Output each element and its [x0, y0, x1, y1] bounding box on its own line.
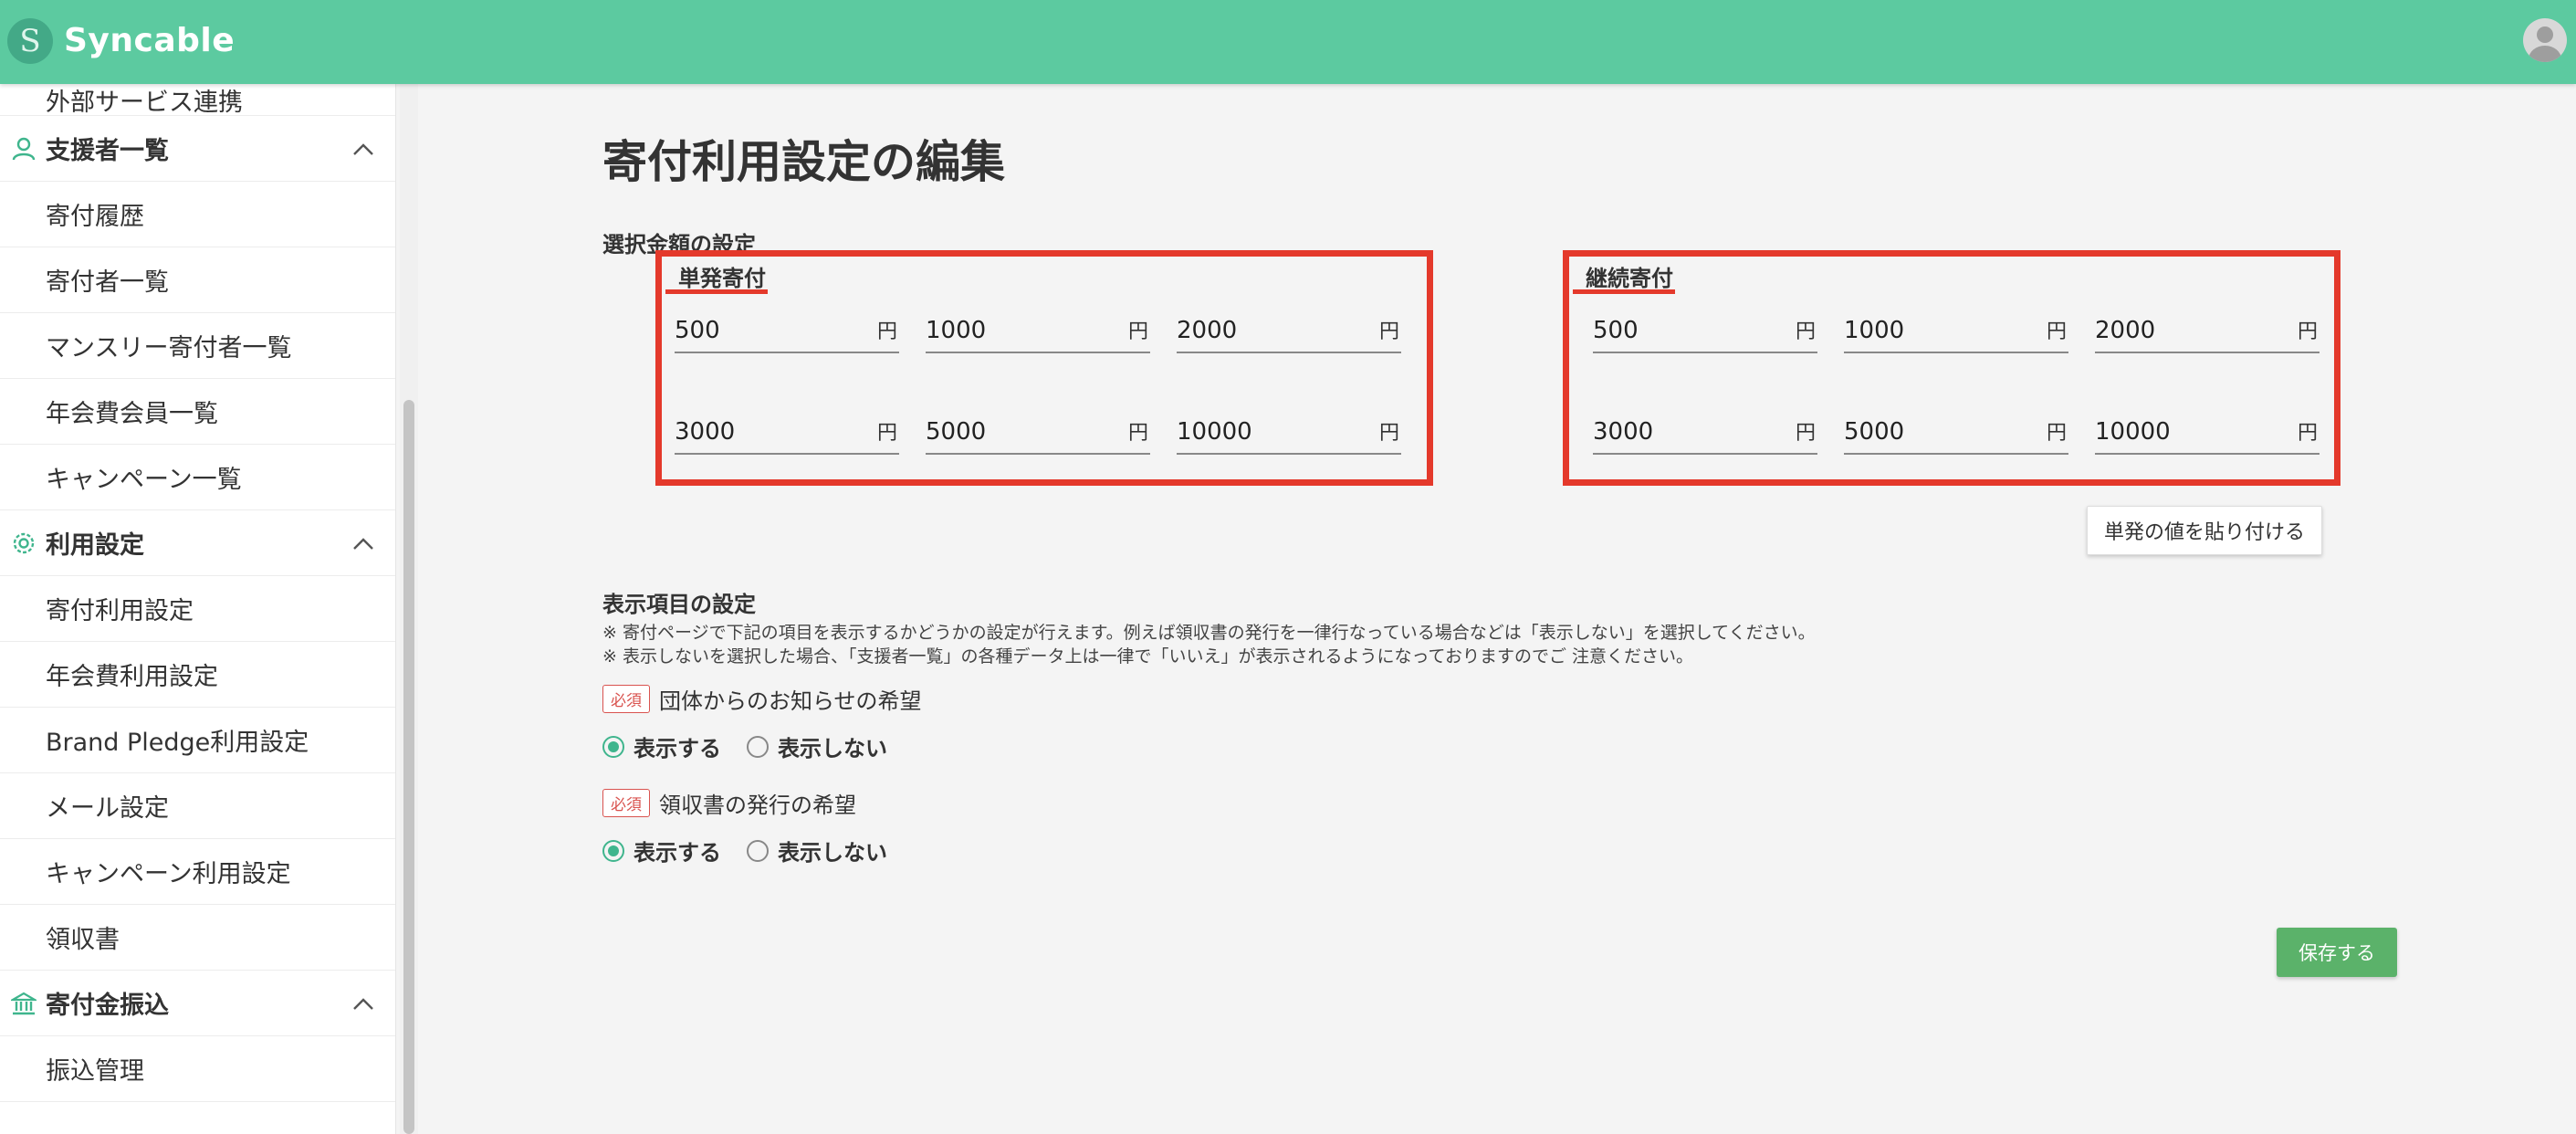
radio-newsletter-show[interactable]: [602, 735, 624, 758]
radio-group-receipt: 表示する 表示しない: [602, 835, 913, 866]
top-bar: S Syncable: [0, 0, 2576, 84]
radio-label-hide[interactable]: 表示しない: [778, 730, 887, 762]
monthly-amount-field-1[interactable]: 500 円: [1593, 313, 1817, 353]
sidebar-item-campaign-settings[interactable]: キャンペーン利用設定: [0, 839, 395, 905]
gear-icon: [9, 529, 38, 558]
syncable-logo-icon[interactable]: S: [7, 18, 53, 64]
radio-label-show[interactable]: 表示する: [634, 730, 721, 762]
monthly-amount-field-4[interactable]: 3000 円: [1593, 415, 1817, 455]
paste-single-values-button[interactable]: 単発の値を貼り付ける: [2087, 506, 2322, 555]
monthly-amount-field-2[interactable]: 1000 円: [1844, 313, 2068, 353]
monthly-donation-title: 継続寄付: [1586, 266, 1673, 291]
sidebar-item-receipts[interactable]: 領収書: [0, 905, 395, 971]
monthly-amount-field-3[interactable]: 2000 円: [2095, 313, 2319, 353]
sidebar: 外部サービス連携 支援者一覧 寄付履歴 寄付者一覧 マンスリー寄付者一覧 年会費…: [0, 84, 396, 1134]
single-amount-field-1[interactable]: 500 円: [675, 313, 899, 353]
sidebar-section-transfers[interactable]: 寄付金振込: [0, 971, 395, 1036]
save-button[interactable]: 保存する: [2277, 928, 2397, 977]
radio-label-hide[interactable]: 表示しない: [778, 835, 887, 866]
user-avatar-icon[interactable]: [2523, 18, 2567, 62]
page-title: 寄付利用設定の編集: [602, 136, 1006, 188]
single-donation-panel: 単発寄付 500 円 1000 円 2000 円 3000 円 5000 円 10000 円: [655, 250, 1433, 486]
chevron-up-icon[interactable]: [351, 138, 375, 162]
field-row-receipt: 必須 領収書の発行の希望: [602, 787, 856, 819]
sidebar-item-mail-settings[interactable]: メール設定: [0, 773, 395, 839]
sidebar-item-donors[interactable]: 寄付者一覧: [0, 247, 395, 313]
sidebar-item-campaigns[interactable]: キャンペーン一覧: [0, 445, 395, 510]
chevron-up-icon[interactable]: [351, 992, 375, 1016]
field-row-newsletter: 必須 団体からのお知らせの希望: [602, 683, 922, 715]
display-section-label: 表示項目の設定: [602, 592, 756, 617]
single-amount-field-4[interactable]: 3000 円: [675, 415, 899, 455]
app-name[interactable]: Syncable: [64, 18, 235, 64]
sidebar-section-label: 利用設定: [46, 531, 144, 560]
sidebar-item-monthly-donors[interactable]: マンスリー寄付者一覧: [0, 313, 395, 379]
field-label-newsletter: 団体からのお知らせの希望: [659, 688, 922, 714]
main-content: 寄付利用設定の編集 選択金額の設定 単発寄付 500 円 1000 円 2000 円 …: [418, 84, 2576, 1134]
display-note-1: ※ 寄付ページで下記の項目を表示するかどうかの設定が行えます。例えば領収書の発行…: [602, 623, 1816, 643]
radio-newsletter-hide[interactable]: [747, 735, 769, 758]
radio-receipt-show[interactable]: [602, 839, 624, 862]
field-label-receipt: 領収書の発行の希望: [659, 793, 856, 818]
monthly-donation-panel: 継続寄付 500 円 1000 円 2000 円 3000 円 5000 円 10000 円: [1563, 250, 2340, 486]
required-badge: 必須: [602, 789, 650, 817]
sidebar-item-brand-pledge-settings[interactable]: Brand Pledge利用設定: [0, 708, 395, 773]
sidebar-section-settings[interactable]: 利用設定: [0, 510, 395, 576]
person-icon: [9, 134, 38, 163]
sidebar-item-annual-members[interactable]: 年会費会員一覧: [0, 379, 395, 445]
sidebar-item-donation-settings[interactable]: 寄付利用設定: [0, 576, 395, 642]
single-donation-title: 単発寄付: [678, 266, 766, 291]
single-amount-field-6[interactable]: 10000 円: [1177, 415, 1401, 455]
single-amount-field-3[interactable]: 2000 円: [1177, 313, 1401, 353]
sidebar-section-label: 寄付金振込: [46, 992, 169, 1020]
sidebar-section-label: 支援者一覧: [46, 137, 169, 165]
monthly-amount-field-5[interactable]: 5000 円: [1844, 415, 2068, 455]
single-amount-field-2[interactable]: 1000 円: [926, 313, 1150, 353]
title-underline: [665, 289, 768, 294]
radio-group-newsletter: 表示する 表示しない: [602, 730, 913, 762]
radio-label-show[interactable]: 表示する: [634, 835, 721, 866]
sidebar-item-annual-fee-settings[interactable]: 年会費利用設定: [0, 642, 395, 708]
sidebar-section-supporters[interactable]: 支援者一覧: [0, 116, 395, 182]
title-underline: [1573, 289, 1675, 294]
single-amount-field-5[interactable]: 5000 円: [926, 415, 1150, 455]
display-note-2: ※ 表示しないを選択した場合、「支援者一覧」の各種データ上は一律で「いいえ」が表…: [602, 646, 1693, 667]
bank-icon: [9, 989, 38, 1018]
sidebar-item-donation-history[interactable]: 寄付履歴: [0, 182, 395, 247]
required-badge: 必須: [602, 685, 650, 713]
monthly-amount-field-6[interactable]: 10000 円: [2095, 415, 2319, 455]
sidebar-item-external-services[interactable]: 外部サービス連携: [0, 84, 395, 117]
radio-receipt-hide[interactable]: [747, 839, 769, 862]
chevron-up-icon[interactable]: [351, 532, 375, 556]
sidebar-scrollbar-thumb[interactable]: [403, 400, 414, 1134]
sidebar-item-transfer-management[interactable]: 振込管理: [0, 1036, 395, 1102]
